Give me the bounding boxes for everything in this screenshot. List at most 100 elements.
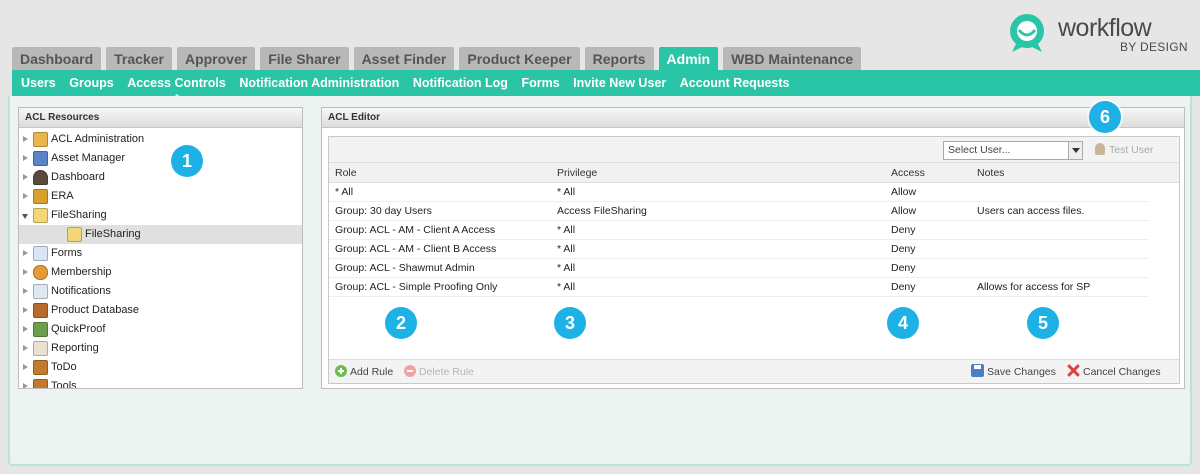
tree-item-dashboard[interactable]: Dashboard (19, 168, 302, 187)
tree-item-era[interactable]: ERA (19, 187, 302, 206)
tree-item-asset-manager[interactable]: Asset Manager (19, 149, 302, 168)
editor-toolbar: Select User... Test User (329, 137, 1179, 163)
subnav-forms[interactable]: Forms (521, 76, 559, 90)
select-user-dropdown[interactable]: Select User... (943, 141, 1083, 160)
tree-item-filesharing-child[interactable]: FileSharing (19, 225, 302, 244)
expand-arrow-icon[interactable] (23, 364, 28, 370)
tab-tracker[interactable]: Tracker (106, 47, 172, 70)
tree-item-quickproof[interactable]: QuickProof (19, 320, 302, 339)
tree-item-todo[interactable]: ToDo (19, 358, 302, 377)
expand-arrow-icon[interactable] (23, 326, 28, 332)
report-icon (33, 341, 48, 356)
column-header-role[interactable]: Role (335, 163, 357, 183)
column-header-notes[interactable]: Notes (977, 163, 1004, 183)
tab-approver[interactable]: Approver (176, 47, 256, 70)
subnav-notification-log[interactable]: Notification Log (413, 76, 508, 90)
cell-access: Deny (891, 281, 916, 293)
expand-arrow-icon[interactable] (23, 193, 28, 199)
form-icon (33, 246, 48, 261)
expand-arrow-icon[interactable] (23, 383, 28, 388)
callout-badge-3: 3 (554, 307, 586, 339)
remove-icon (404, 365, 416, 377)
collapse-arrow-icon[interactable] (22, 214, 28, 219)
expand-arrow-icon[interactable] (23, 269, 28, 275)
tree-item-label: Forms (51, 247, 83, 259)
tree-item-label: Membership (51, 266, 112, 278)
cell-privilege: * All (557, 262, 576, 274)
save-changes-button[interactable]: Save Changes (971, 360, 1056, 384)
cell-notes: Allows for access for SP (977, 281, 1091, 293)
callout-badge-2: 2 (385, 307, 417, 339)
tree-item-label: Reporting (51, 342, 99, 354)
subnav-access-controls[interactable]: Access Controls (127, 76, 226, 98)
cell-access: Deny (891, 224, 916, 236)
expand-arrow-icon[interactable] (23, 155, 28, 161)
tree-item-label: QuickProof (51, 323, 106, 335)
tree-item-label: ACL Administration (51, 133, 145, 145)
tree-item-membership[interactable]: Membership (19, 263, 302, 282)
tab-admin[interactable]: Admin (658, 47, 719, 70)
column-header-privilege[interactable]: Privilege (557, 163, 597, 183)
acl-editor-panel: ACL Editor Select User... Test User Role… (321, 107, 1185, 389)
subnav-invite-new-user[interactable]: Invite New User (573, 76, 666, 90)
admin-subnav: Users Groups Access Controls Notificatio… (12, 70, 1200, 98)
tree-item-forms[interactable]: Forms (19, 244, 302, 263)
delete-rule-label: Delete Rule (419, 366, 474, 378)
tree-item-acl-administration[interactable]: ACL Administration (19, 130, 302, 149)
cell-privilege: * All (557, 281, 576, 293)
tab-asset-finder[interactable]: Asset Finder (353, 47, 455, 70)
tree-item-label: ToDo (51, 361, 77, 373)
test-user-label: Test User (1109, 144, 1154, 156)
logo-subtitle: BY DESIGN (1120, 40, 1188, 54)
expand-arrow-icon[interactable] (23, 136, 28, 142)
table-row[interactable]: * All * All Allow (329, 183, 1149, 202)
subnav-account-requests[interactable]: Account Requests (680, 76, 790, 90)
proof-icon (33, 322, 48, 337)
acl-resources-panel: ACL Resources ACL Administration Asset M… (18, 107, 303, 389)
tree-item-label: Tools (51, 380, 77, 389)
subnav-notification-administration[interactable]: Notification Administration (239, 76, 399, 90)
cell-role: Group: ACL - Simple Proofing Only (335, 281, 498, 293)
tab-reports[interactable]: Reports (584, 47, 654, 70)
tree-item-product-database[interactable]: Product Database (19, 301, 302, 320)
tree-item-reporting[interactable]: Reporting (19, 339, 302, 358)
column-header-access[interactable]: Access (891, 163, 925, 183)
expand-arrow-icon[interactable] (23, 345, 28, 351)
mail-icon (33, 284, 48, 299)
expand-arrow-icon[interactable] (23, 307, 28, 313)
delete-rule-button[interactable]: Delete Rule (404, 360, 474, 384)
test-user-button[interactable]: Test User (1095, 142, 1153, 158)
tab-wbd-maintenance[interactable]: WBD Maintenance (723, 47, 862, 70)
tab-product-keeper[interactable]: Product Keeper (459, 47, 580, 70)
table-row[interactable]: Group: ACL - AM - Client B Access * All … (329, 240, 1149, 259)
resource-tree: ACL Administration Asset Manager Dashboa… (19, 128, 302, 389)
gauge-icon (33, 170, 48, 185)
cancel-changes-button[interactable]: Cancel Changes (1067, 360, 1161, 384)
main-tabs: Dashboard Tracker Approver File Sharer A… (12, 47, 862, 70)
acl-editor-title: ACL Editor (322, 108, 1184, 128)
subnav-users[interactable]: Users (21, 76, 56, 90)
add-rule-button[interactable]: Add Rule (335, 360, 393, 384)
tree-item-notifications[interactable]: Notifications (19, 282, 302, 301)
logo-name: workflow (1058, 14, 1152, 42)
cell-role: Group: 30 day Users (335, 205, 432, 217)
tab-file-sharer[interactable]: File Sharer (260, 47, 349, 70)
callout-badge-1: 1 (171, 145, 203, 177)
subnav-groups[interactable]: Groups (69, 76, 113, 90)
table-row[interactable]: Group: 30 day Users Access FileSharing A… (329, 202, 1149, 221)
table-row[interactable]: Group: ACL - Shawmut Admin * All Deny (329, 259, 1149, 278)
user-icon (1095, 143, 1105, 155)
callout-badge-6: 6 (1089, 101, 1121, 133)
expand-arrow-icon[interactable] (23, 250, 28, 256)
tab-dashboard[interactable]: Dashboard (12, 47, 102, 70)
tree-item-filesharing[interactable]: FileSharing (19, 206, 302, 225)
expand-arrow-icon[interactable] (23, 174, 28, 180)
table-row[interactable]: Group: ACL - AM - Client A Access * All … (329, 221, 1149, 240)
tree-item-tools[interactable]: Tools (19, 377, 302, 389)
expand-arrow-icon[interactable] (23, 288, 28, 294)
tree-item-label: FileSharing (85, 228, 141, 240)
table-row[interactable]: Group: ACL - Simple Proofing Only * All … (329, 278, 1149, 297)
chevron-down-icon[interactable] (1068, 142, 1082, 159)
add-icon (335, 365, 347, 377)
save-icon (971, 364, 984, 377)
